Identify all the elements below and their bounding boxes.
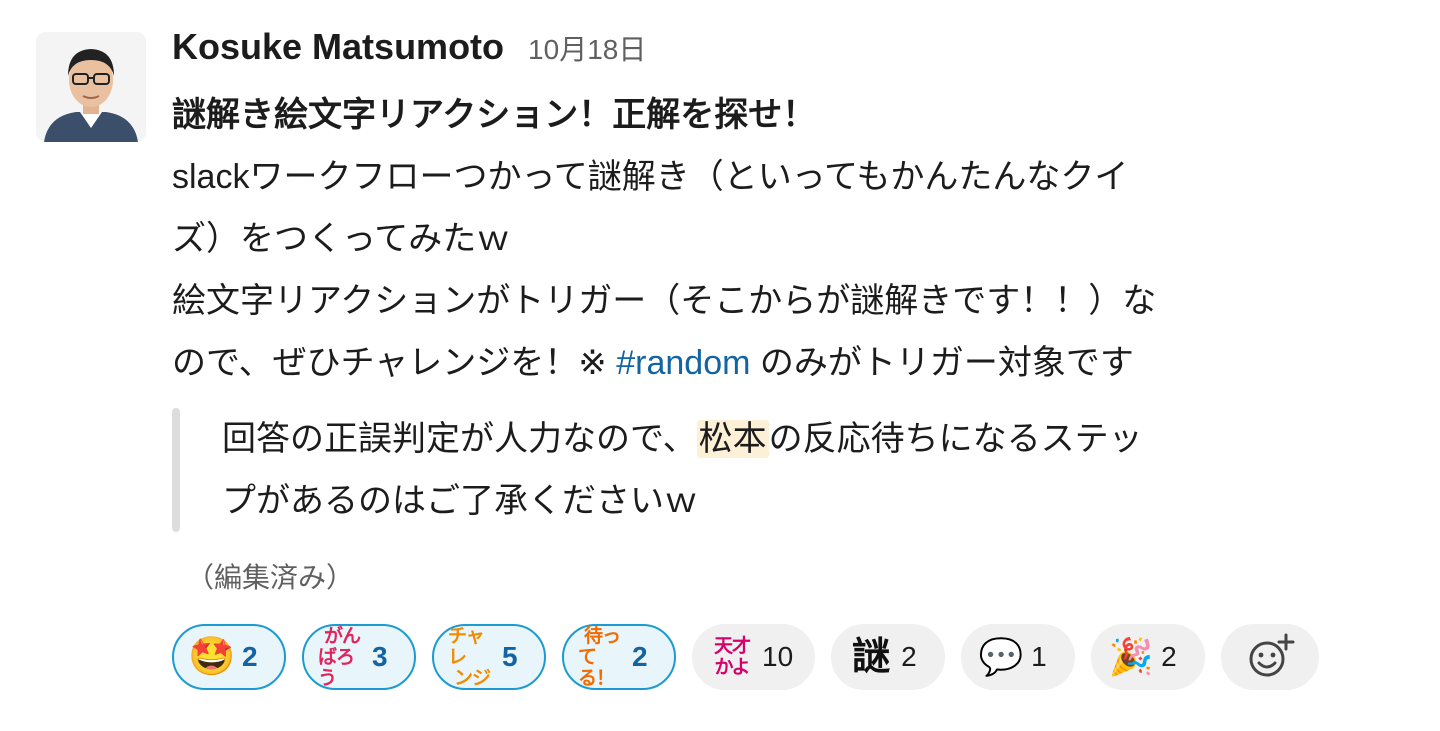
speech-balloon-icon: 💬 bbox=[978, 636, 1024, 677]
message-text: ので、ぜひチャレンジを！※ bbox=[172, 344, 617, 382]
edited-label: （編集済み） bbox=[186, 562, 355, 593]
reaction-count: 2 bbox=[242, 641, 258, 672]
nazo-icon: 謎 bbox=[852, 636, 891, 678]
timestamp[interactable]: 10月18日 bbox=[528, 28, 646, 68]
reaction-count: 2 bbox=[632, 641, 648, 672]
message-line: ので、ぜひチャレンジを！※ #random のみがトリガー対象です bbox=[172, 332, 1412, 394]
reaction-nazo[interactable]: 謎 2 bbox=[831, 624, 946, 690]
quote-line: 回答の正誤判定が人力なので、松本の反応待ちになるステッ bbox=[222, 408, 1402, 470]
message-header: Kosuke Matsumoto 10月18日 bbox=[172, 26, 1412, 82]
quote-text: の反応待ちになるステッ bbox=[768, 420, 1143, 458]
star-struck-icon: 🤩 bbox=[188, 636, 236, 678]
emoji-text-top: 待っ bbox=[583, 625, 621, 647]
reaction-count: 10 bbox=[762, 641, 794, 672]
message: Kosuke Matsumoto 10月18日 謎解き絵文字リアクション！正解を… bbox=[172, 26, 1412, 690]
reaction-count: 1 bbox=[1031, 641, 1047, 672]
reactions-bar: 🤩 2 がん ばろう 3 チャレ ンジ 5 待っ てる！ 2 天才 かよ 10 … bbox=[172, 624, 1412, 690]
message-line: ズ）をつくってみたｗ bbox=[172, 220, 511, 258]
quote-line: プがあるのはご了承くださいｗ bbox=[222, 482, 698, 520]
emoji-text-top: チャレ bbox=[448, 625, 485, 668]
challenge-icon: チャレ ンジ bbox=[448, 626, 496, 689]
tada-icon: 🎉 bbox=[1108, 636, 1154, 677]
reaction-count: 5 bbox=[502, 641, 518, 672]
user-mention[interactable]: 松本 bbox=[696, 420, 769, 458]
channel-link[interactable]: #random bbox=[616, 344, 750, 382]
avatar[interactable] bbox=[36, 32, 146, 142]
reaction-tada[interactable]: 🎉 2 bbox=[1091, 624, 1206, 690]
message-title: 謎解き絵文字リアクション！正解を探せ！ bbox=[172, 96, 817, 134]
add-reaction-icon bbox=[1249, 633, 1295, 677]
emoji-text-bottom: かよ bbox=[714, 657, 750, 678]
ganbarou-icon: がん ばろう bbox=[318, 626, 366, 689]
avatar-photo bbox=[36, 32, 146, 142]
emoji-text-bottom: ンジ bbox=[453, 667, 491, 689]
reaction-star-struck[interactable]: 🤩 2 bbox=[172, 624, 286, 690]
emoji-text-top: 天才 bbox=[713, 636, 751, 657]
blockquote: 回答の正誤判定が人力なので、松本の反応待ちになるステッ プがあるのはご了承くださ… bbox=[172, 408, 1402, 532]
emoji-text-bottom: ばろう bbox=[318, 646, 355, 689]
reaction-speech-balloon[interactable]: 💬 1 bbox=[961, 624, 1076, 690]
reaction-ganbarou[interactable]: がん ばろう 3 bbox=[302, 624, 416, 690]
reaction-count: 2 bbox=[901, 641, 917, 672]
reaction-challenge[interactable]: チャレ ンジ 5 bbox=[432, 624, 546, 690]
message-text: のみがトリガー対象です bbox=[750, 344, 1134, 382]
message-line: 絵文字リアクションがトリガー（そこからが謎解きです！！）な bbox=[172, 282, 1157, 320]
message-line: slackワークフローつかって謎解き（といってもかんたんなクイ bbox=[172, 158, 1129, 196]
reaction-matteru[interactable]: 待っ てる！ 2 bbox=[562, 624, 676, 690]
tensai-kayo-icon: 天才 かよ bbox=[708, 633, 756, 681]
reaction-tensai-kayo[interactable]: 天才 かよ 10 bbox=[692, 624, 816, 690]
reaction-count: 3 bbox=[372, 641, 388, 672]
emoji-text-bottom: てる！ bbox=[578, 646, 615, 689]
matteru-icon: 待っ てる！ bbox=[578, 626, 626, 689]
author-name[interactable]: Kosuke Matsumoto bbox=[172, 26, 504, 68]
emoji-text-top: がん bbox=[323, 625, 361, 647]
add-reaction-button[interactable] bbox=[1221, 624, 1320, 690]
reaction-count: 2 bbox=[1161, 641, 1177, 672]
quote-text: 回答の正誤判定が人力なので、 bbox=[222, 420, 697, 458]
